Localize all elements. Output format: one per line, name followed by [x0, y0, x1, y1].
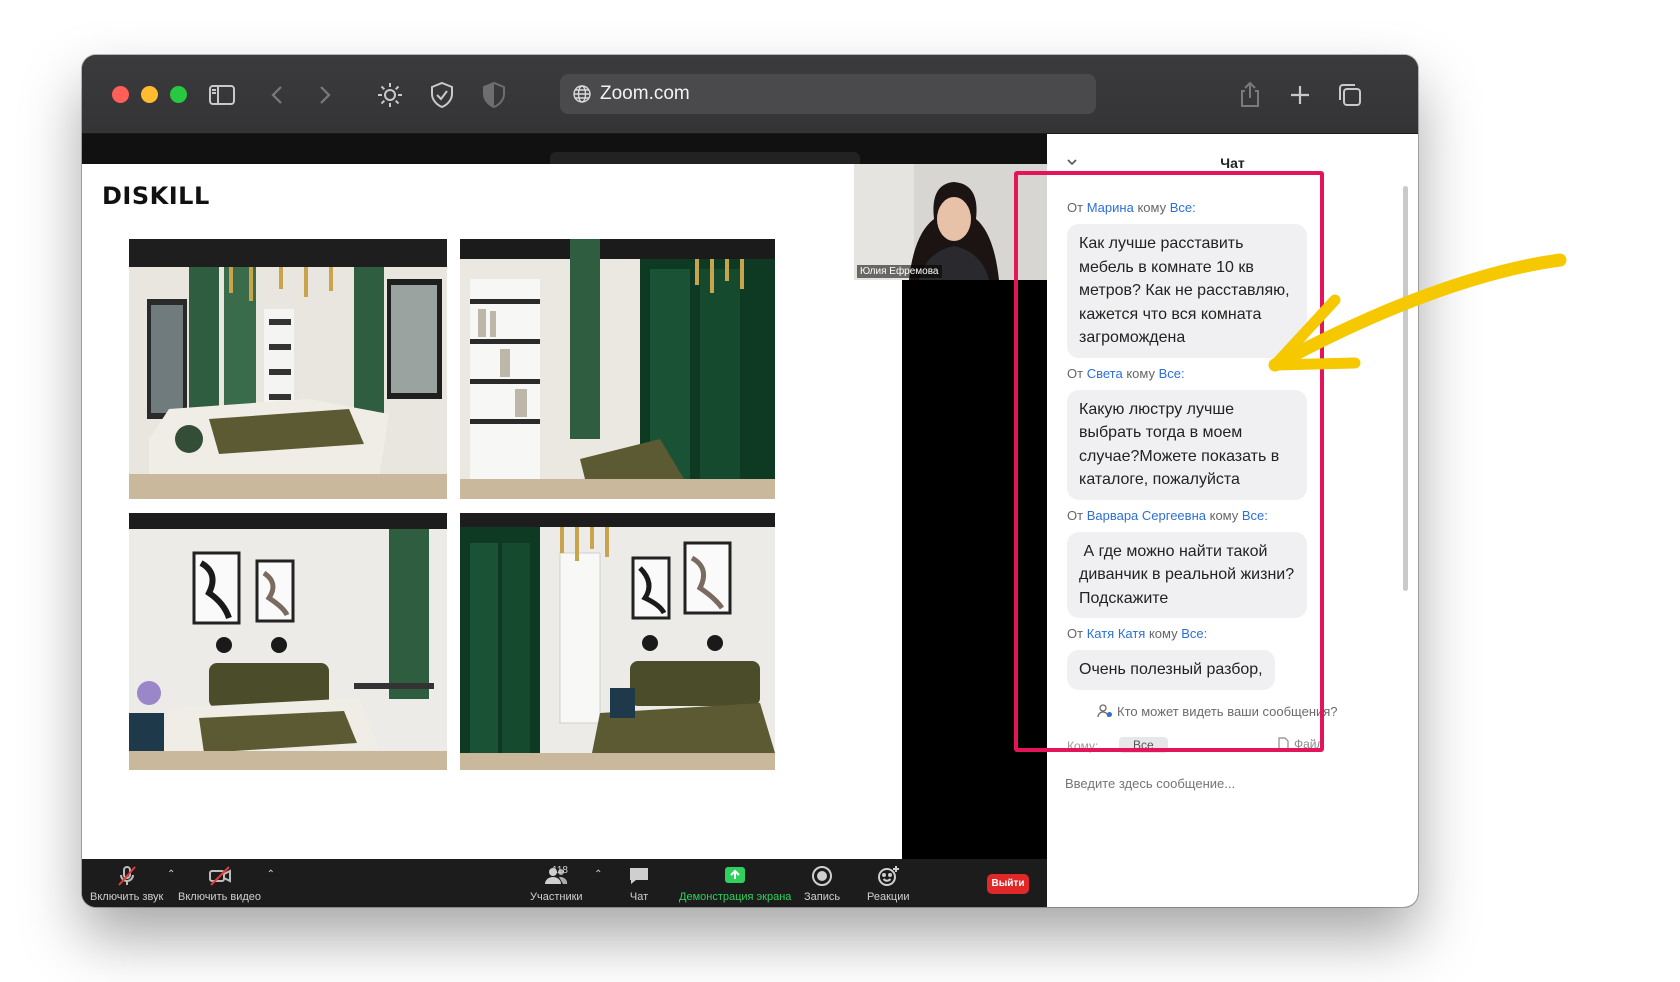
record-button[interactable]: Запись	[804, 863, 840, 903]
new-tab-icon[interactable]	[1284, 79, 1316, 111]
share-icon[interactable]	[1234, 79, 1266, 111]
address-bar[interactable]: Zoom.com	[560, 74, 1096, 114]
chat-message: От Варвара Сергеевна кому Все: А где мож…	[1067, 507, 1392, 618]
shared-slide: DISKILL	[82, 164, 902, 859]
share-indicator-strip	[82, 134, 1047, 164]
speaker-name-label: Юлия Ефремова	[857, 265, 942, 278]
file-button[interactable]: Файл	[1277, 737, 1324, 751]
recipient-row: Кому: Все Файл	[1067, 737, 1387, 753]
video-off-icon	[206, 863, 234, 889]
chat-bubble-icon	[625, 863, 653, 889]
chat-title: Чат	[1220, 155, 1245, 171]
speaker-video[interactable]: Юлия Ефремова	[854, 164, 1047, 280]
record-icon	[808, 863, 836, 889]
browser-window: Zoom.com DISKILL Юлия Ефремова Включить …	[82, 55, 1418, 907]
chat-header: Чат	[1047, 152, 1418, 176]
share-screen-button[interactable]: Демонстрация экрана	[679, 863, 791, 903]
annotation-arrow-icon	[1268, 253, 1567, 372]
unmute-button[interactable]: Включить звук ⌃	[90, 863, 175, 903]
chevron-up-icon[interactable]: ⌃	[594, 869, 602, 880]
sender-name[interactable]: Света	[1087, 366, 1123, 381]
recipient-name[interactable]: Все:	[1181, 626, 1207, 641]
minimize-window-button[interactable]	[141, 86, 158, 103]
url-text: Zoom.com	[600, 83, 690, 104]
close-window-button[interactable]	[112, 86, 129, 103]
message-bubble: Какую люстру лучше выбрать тогда в моем …	[1067, 389, 1307, 500]
mic-muted-icon	[113, 863, 141, 889]
meeting-controls-bar: Включить звук ⌃ Включить видео ⌃ 118 Уча…	[82, 859, 1047, 907]
globe-icon	[573, 85, 591, 103]
sender-name[interactable]: Катя Катя	[1087, 626, 1146, 641]
chat-message-input[interactable]	[1065, 776, 1395, 791]
chevron-up-icon[interactable]: ⌃	[167, 869, 175, 880]
reactions-label: Реакции	[867, 891, 910, 903]
recipient-name[interactable]: Все:	[1159, 366, 1185, 381]
participants-button[interactable]: 118 Участники ⌃	[530, 863, 603, 903]
record-label: Запись	[804, 891, 841, 903]
sender-name[interactable]: Варвара Сергеевна	[1087, 508, 1206, 523]
visibility-info-text: Кто может видеть ваши сообщения?	[1117, 703, 1338, 719]
message-meta: От Марина кому Все:	[1067, 200, 1196, 215]
recipient-name[interactable]: Все:	[1242, 508, 1268, 523]
message-bubble: А где можно найти такой диванчик в реаль…	[1067, 531, 1307, 618]
chat-label: Чат	[629, 891, 649, 903]
chat-message: От Света кому Все: Какую люстру лучше вы…	[1067, 366, 1392, 500]
privacy-shield-icon[interactable]	[478, 79, 510, 111]
chevron-up-icon[interactable]: ⌃	[267, 869, 275, 880]
file-icon	[1278, 737, 1289, 751]
start-video-button[interactable]: Включить видео ⌃	[178, 863, 275, 903]
participants-count: 118	[552, 865, 568, 876]
browser-toolbar: Zoom.com	[82, 55, 1418, 134]
slide-logo: DISKILL	[102, 182, 210, 210]
message-bubble: Очень полезный разбор,	[1067, 650, 1275, 690]
share-screen-label: Демонстрация экрана	[679, 891, 792, 903]
share-screen-icon	[721, 863, 749, 889]
file-label: Файл	[1294, 737, 1324, 751]
message-meta: От Катя Катя кому Все:	[1067, 626, 1208, 641]
sidebar-toggle-icon[interactable]	[206, 79, 238, 111]
maximize-window-button[interactable]	[170, 86, 187, 103]
recipient-select[interactable]: Все	[1119, 737, 1168, 753]
tab-overview-icon[interactable]	[1334, 79, 1366, 111]
message-meta: От Варвара Сергеевна кому Все:	[1067, 507, 1268, 523]
participants-label: Участники	[530, 891, 583, 903]
chat-message: От Катя Катя кому Все: Очень полезный ра…	[1067, 626, 1392, 690]
interior-photo-bedroom-art	[129, 513, 447, 770]
interior-photo-wardrobe	[460, 239, 775, 499]
interior-photo-bedroom-window	[129, 239, 447, 499]
forward-icon[interactable]	[308, 79, 340, 111]
recipient-label: Кому:	[1067, 739, 1099, 753]
recipient-name[interactable]: Все:	[1170, 200, 1196, 215]
start-video-label: Включить видео	[178, 891, 262, 903]
shield-check-icon[interactable]	[426, 79, 458, 111]
interior-photo-bedroom-door	[460, 513, 775, 770]
chat-button[interactable]: Чат	[625, 863, 653, 903]
unmute-label: Включить звук	[90, 891, 164, 903]
leave-button[interactable]: Выйти	[987, 874, 1029, 894]
brightness-icon[interactable]	[374, 79, 406, 111]
back-icon[interactable]	[262, 79, 294, 111]
smile-plus-icon	[874, 863, 902, 889]
reactions-button[interactable]: Реакции	[867, 863, 910, 903]
person-info-icon	[1097, 704, 1112, 718]
visibility-info-link[interactable]: Кто может видеть ваши сообщения?	[1097, 703, 1338, 719]
zoom-meeting-view: DISKILL Юлия Ефремова Включить звук ⌃ Вк…	[82, 134, 1418, 907]
sender-name[interactable]: Марина	[1087, 200, 1134, 215]
